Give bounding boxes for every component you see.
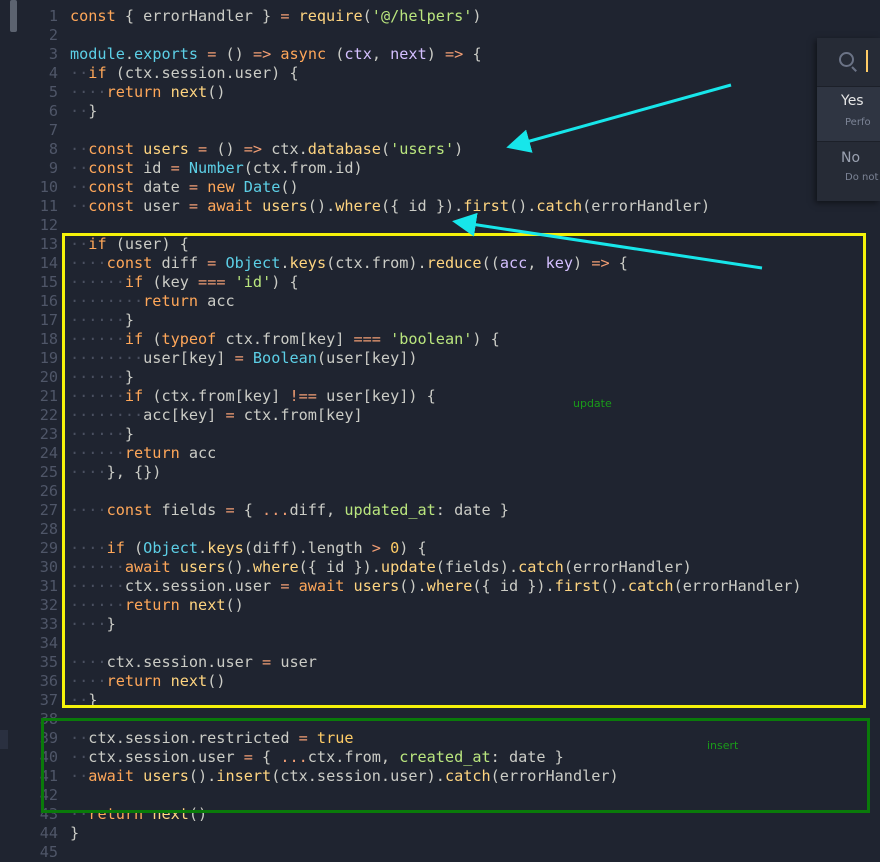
code-text: ··if (ctx.session.user) { <box>70 64 299 82</box>
option-yes-title: Yes <box>841 93 864 109</box>
option-no[interactable]: No Do not <box>817 141 880 200</box>
find-panel[interactable]: Yes Perfo No Do not <box>817 38 880 201</box>
line-number: 31 <box>39 577 58 595</box>
line-number: 44 <box>39 824 58 842</box>
code-line[interactable]: 10 ··const date = new Date() <box>0 178 880 197</box>
line-number: 37 <box>39 691 58 709</box>
update-highlight-box <box>62 233 866 708</box>
line-number: 27 <box>39 501 58 519</box>
line-number: 26 <box>39 482 58 500</box>
code-line[interactable]: 6 ··} <box>0 102 880 121</box>
code-text: ··} <box>70 102 98 120</box>
code-line[interactable]: 45 <box>0 843 880 862</box>
line-number: 16 <box>39 292 58 310</box>
code-line[interactable]: 5 ····return next() <box>0 83 880 102</box>
line-number: 7 <box>48 121 58 139</box>
line-number: 6 <box>48 102 58 120</box>
code-line[interactable]: 11 ··const user = await users().where({ i… <box>0 197 880 216</box>
search-icon <box>839 52 854 67</box>
insert-annotation-label: insert <box>707 739 739 752</box>
line-number: 28 <box>39 520 58 538</box>
code-line[interactable]: 44} <box>0 824 880 843</box>
line-number: 14 <box>39 254 58 272</box>
update-annotation-label: update <box>573 397 612 410</box>
line-number: 23 <box>39 425 58 443</box>
code-line[interactable]: 7 <box>0 121 880 140</box>
option-no-description: Do not <box>845 172 879 183</box>
line-number: 36 <box>39 672 58 690</box>
line-number: 35 <box>39 653 58 671</box>
line-number: 21 <box>39 387 58 405</box>
code-text: ··const users = () => ctx.database('user… <box>70 140 464 158</box>
code-line[interactable]: 1 const { errorHandler } = require('@/hel… <box>0 7 880 26</box>
line-number: 19 <box>39 349 58 367</box>
line-number: 12 <box>39 216 58 234</box>
code-text: } <box>70 824 80 842</box>
line-number: 4 <box>48 64 58 82</box>
line-number: 32 <box>39 596 58 614</box>
code-text: ··const date = new Date() <box>70 178 299 196</box>
option-no-title: No <box>841 150 861 166</box>
code-text: const { errorHandler } = require('@/help… <box>70 7 482 25</box>
option-yes-description: Perfo <box>845 117 871 128</box>
line-number: 2 <box>48 26 58 44</box>
line-number: 18 <box>39 330 58 348</box>
code-text: module.exports = () => async (ctx, next)… <box>70 45 482 63</box>
line-number: 8 <box>48 140 58 158</box>
code-line[interactable]: 4 ··if (ctx.session.user) { <box>0 64 880 83</box>
line-number: 24 <box>39 444 58 462</box>
line-number: 11 <box>39 197 58 215</box>
line-number: 15 <box>39 273 58 291</box>
code-line[interactable]: 8 ··const users = () => ctx.database('use… <box>0 140 880 159</box>
code-text: ··const user = await users().where({ id … <box>70 197 711 215</box>
code-line[interactable]: 2 <box>0 26 880 45</box>
line-number: 5 <box>48 83 58 101</box>
insert-highlight-box <box>41 718 870 813</box>
line-number: 17 <box>39 311 58 329</box>
line-number: 13 <box>39 235 58 253</box>
line-number: 20 <box>39 368 58 386</box>
line-number: 30 <box>39 558 58 576</box>
find-search-row[interactable] <box>817 38 880 87</box>
line-number: 3 <box>48 45 58 63</box>
line-number: 9 <box>48 159 58 177</box>
code-text: ··const id = Number(ctx.from.id) <box>70 159 363 177</box>
line-number: 45 <box>39 843 58 861</box>
code-line[interactable]: 9 ··const id = Number(ctx.from.id) <box>0 159 880 178</box>
code-line[interactable]: 3 module.exports = () => async (ctx, next… <box>0 45 880 64</box>
code-text: ····return next() <box>70 83 226 101</box>
line-number: 29 <box>39 539 58 557</box>
line-number: 34 <box>39 634 58 652</box>
line-number: 25 <box>39 463 58 481</box>
option-yes[interactable]: Yes Perfo <box>817 87 880 141</box>
line-number: 22 <box>39 406 58 424</box>
search-input-caret[interactable] <box>866 50 868 72</box>
line-number: 1 <box>48 7 58 25</box>
line-number: 10 <box>39 178 58 196</box>
line-number: 33 <box>39 615 58 633</box>
